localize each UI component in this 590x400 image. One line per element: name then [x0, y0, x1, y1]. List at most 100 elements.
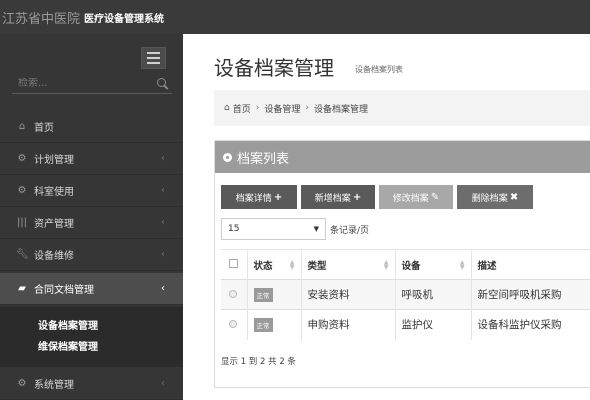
contracts-submenu: 设备档案管理 维保档案管理 — [0, 307, 183, 367]
button-label: 修改档案 — [392, 193, 429, 204]
status-cell: 正常 — [246, 279, 301, 310]
sidebar-item-plan[interactable]: ⚙ 计划管理 ‹ — [0, 143, 183, 175]
column-header-description[interactable]: 描述 — [470, 249, 590, 280]
sidebar-item-label: 首页 — [34, 123, 54, 134]
folder-open-icon: ▰ — [18, 283, 26, 294]
archive-list-panel: 档案列表 档案详情 + 新增档案 + 修改档案 ✎ 删除档案 ✖ 15 ▼ 条记录/页 — [214, 140, 590, 388]
column-header-label: 描述 — [477, 260, 497, 272]
sidebar-item-label: 设备维修 — [34, 251, 74, 262]
hospital-name: 江苏省中医院 — [2, 11, 81, 27]
page-title: 设备档案管理 — [214, 56, 334, 80]
breadcrumb-home[interactable]: 首页 — [233, 102, 251, 115]
column-header-device[interactable]: 设备 ▲ ▼ — [394, 249, 471, 280]
wrench-icon: 🔧︎ — [16, 249, 29, 260]
column-header-label: 状态 — [253, 260, 273, 272]
sidebar-item-label: 资产管理 — [34, 219, 74, 230]
type-cell: 申购资料 — [300, 309, 395, 340]
per-page-label: 条记录/页 — [330, 225, 370, 236]
column-header-label: 类型 — [307, 260, 327, 272]
gears-icon: ⚙ — [17, 153, 27, 164]
chevron-left-icon: ‹ — [161, 283, 165, 294]
breadcrumb: ⌂ 首页 › 设备管理 › 设备档案管理 — [214, 90, 590, 126]
sidebar-item-system[interactable]: ⚙ 系统管理 ‹ — [0, 368, 183, 400]
gears-icon: ⚙ — [17, 185, 27, 196]
select-all-cell — [221, 249, 247, 280]
circle-icon — [223, 152, 232, 162]
page-size-value: 15 — [228, 224, 240, 234]
button-label: 新增档案 — [314, 193, 351, 204]
system-name: 医疗设备管理系统 — [84, 13, 165, 25]
column-header-type[interactable]: 类型 ▲ ▼ — [300, 249, 395, 280]
column-header-status[interactable]: 状态 ▲ ▼ — [246, 249, 301, 280]
delete-archive-button[interactable]: 删除档案 ✖ — [457, 185, 533, 209]
plus-icon: + — [352, 191, 362, 203]
sidebar-item-assets[interactable]: ||| 资产管理 ‹ — [0, 207, 183, 239]
sidebar-search — [12, 74, 172, 94]
barcode-icon: ||| — [16, 217, 28, 228]
status-badge: 正常 — [253, 287, 273, 302]
row-radio[interactable] — [229, 319, 237, 328]
description-cell: 设备科监护仪采购 — [470, 309, 590, 340]
device-cell: 监护仪 — [394, 309, 471, 340]
table-header-row: 状态 ▲ ▼ 类型 ▲ ▼ 设备 ▲ ▼ 描述 — [221, 249, 590, 280]
breadcrumb-current: 设备档案管理 — [313, 104, 368, 115]
close-icon: ✖ — [509, 191, 519, 203]
description-cell: 新空间呼吸机采购 — [470, 279, 590, 310]
page-subtitle: 设备档案列表 — [355, 65, 403, 74]
gears-icon: ⚙ — [17, 378, 27, 389]
type-cell: 安装资料 — [300, 279, 395, 310]
sidebar-item-label: 计划管理 — [34, 155, 74, 166]
device-cell: 呼吸机 — [394, 279, 471, 310]
breadcrumb-separator: › — [255, 103, 260, 113]
row-select-cell — [221, 309, 247, 340]
chevron-left-icon: ‹ — [161, 217, 165, 228]
table-row[interactable]: 正常 安装资料 呼吸机 新空间呼吸机采购 — [221, 279, 590, 310]
status-cell: 正常 — [246, 309, 301, 340]
menu-toggle-icon[interactable] — [141, 47, 166, 69]
sidebar-item-label: 系统管理 — [34, 380, 74, 391]
sidebar-item-department[interactable]: ⚙ 科室使用 ‹ — [0, 175, 183, 207]
select-all-checkbox[interactable] — [229, 258, 238, 268]
sidebar-item-label: 合同文档管理 — [34, 285, 94, 296]
top-bar: 江苏省中医院 医疗设备管理系统 — [0, 0, 590, 34]
button-label: 档案详情 — [235, 193, 272, 204]
chevron-left-icon: ‹ — [161, 153, 165, 164]
pagination-info: 显示 1 到 2 共 2 条 — [221, 357, 296, 367]
panel-title: 档案列表 — [237, 151, 290, 167]
button-label: 删除档案 — [471, 193, 508, 204]
chevron-left-icon: ‹ — [161, 249, 165, 260]
chevron-left-icon: ‹ — [161, 378, 165, 389]
home-icon: ⌂ — [18, 121, 26, 132]
column-header-label: 设备 — [401, 260, 421, 272]
table-row[interactable]: 正常 申购资料 监护仪 设备科监护仪采购 — [221, 309, 590, 340]
sidebar-item-label: 科室使用 — [34, 187, 74, 198]
breadcrumb-equipment[interactable]: 设备管理 — [264, 102, 300, 115]
home-icon: ⌂ — [224, 103, 230, 113]
add-archive-button[interactable]: 新增档案 + — [301, 185, 375, 209]
panel-header: 档案列表 — [215, 141, 590, 173]
archive-detail-button[interactable]: 档案详情 + — [221, 185, 297, 209]
plus-icon: + — [273, 191, 283, 203]
submenu-item-equipment-archive[interactable]: 设备档案管理 — [38, 317, 98, 332]
submenu-item-maintenance-archive[interactable]: 维保档案管理 — [38, 338, 98, 353]
page-size-select[interactable]: 15 ▼ — [221, 218, 326, 240]
search-input[interactable] — [12, 78, 142, 89]
edit-archive-button[interactable]: 修改档案 ✎ — [379, 185, 453, 209]
breadcrumb-separator: › — [305, 103, 309, 113]
sidebar-item-home[interactable]: ⌂ 首页 — [0, 111, 183, 143]
main-content: 设备档案管理 设备档案列表 ⌂ 首页 › 设备管理 › 设备档案管理 档案列表 … — [183, 34, 590, 400]
sort-icon: ▲ ▼ — [383, 259, 389, 271]
sidebar: ⌂ 首页 ⚙ 计划管理 ‹ ⚙ 科室使用 ‹ ||| 资产管理 ‹ 🔧︎ 设备维… — [0, 34, 183, 400]
chevron-left-icon: ‹ — [161, 185, 165, 196]
pencil-icon: ✎ — [430, 191, 440, 203]
caret-down-icon: ▼ — [313, 225, 319, 233]
sort-icon: ▲ ▼ — [459, 259, 465, 271]
sidebar-item-contracts[interactable]: ▰ 合同文档管理 ‹ — [0, 273, 183, 305]
row-radio[interactable] — [229, 289, 237, 298]
sidebar-item-repair[interactable]: 🔧︎ 设备维修 ‹ — [0, 239, 183, 271]
search-icon[interactable] — [157, 78, 168, 89]
row-select-cell — [221, 279, 247, 310]
archive-table: 状态 ▲ ▼ 类型 ▲ ▼ 设备 ▲ ▼ 描述 正常 安装资料 呼吸机 新空间呼吸机采购 正… — [221, 249, 590, 340]
status-badge: 正常 — [253, 317, 273, 332]
page-size-row: 15 ▼ 条记录/页 — [221, 218, 369, 240]
